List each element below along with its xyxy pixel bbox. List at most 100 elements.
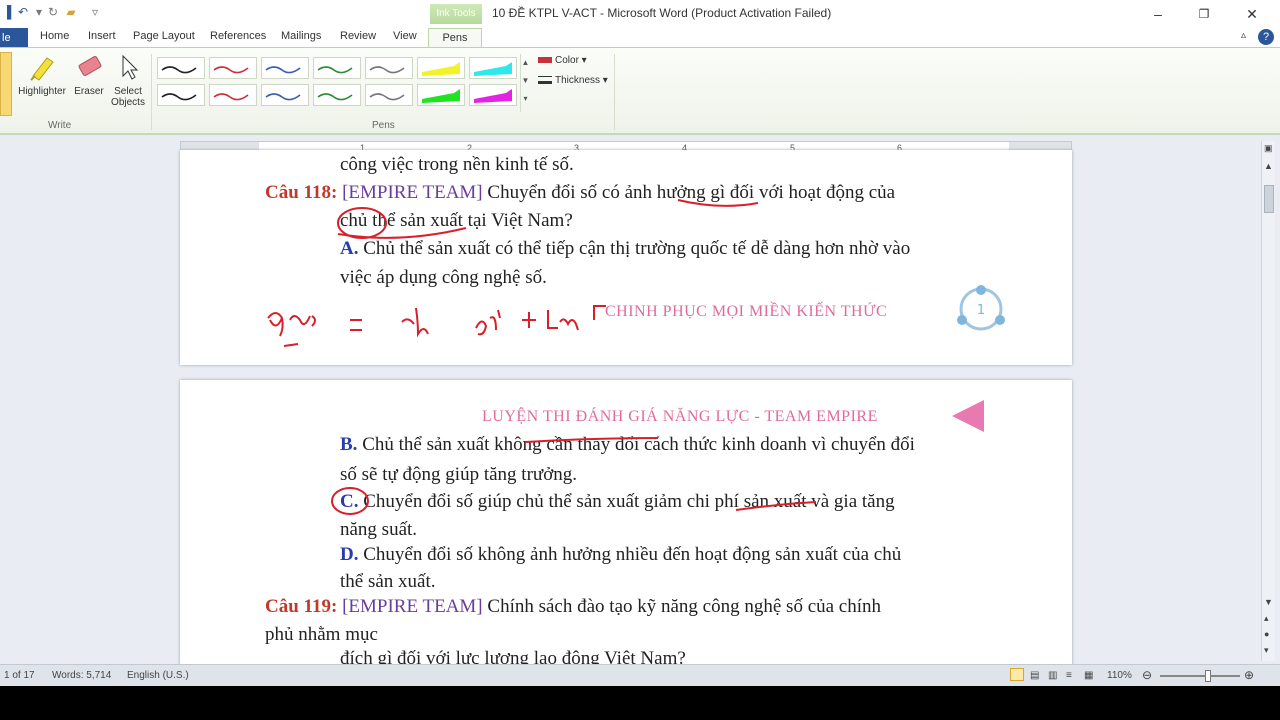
draft-icon[interactable]: ▦ xyxy=(1084,670,1093,681)
pen-tool-button[interactable] xyxy=(0,52,12,116)
question-text: Chuyển đổi số có ảnh hưởng gì đối với ho… xyxy=(487,182,896,203)
redo-icon[interactable]: ↻ xyxy=(46,5,60,19)
pen-swatch[interactable] xyxy=(209,84,257,106)
outline-icon[interactable]: ≡ xyxy=(1066,670,1072,681)
scroll-up-icon[interactable]: ▲ xyxy=(1264,161,1273,171)
pen-stroke-icon xyxy=(474,62,512,76)
color-button[interactable]: Color ▾ xyxy=(538,55,587,66)
zoom-level[interactable]: 110% xyxy=(1107,670,1132,681)
pen-swatch[interactable] xyxy=(261,57,309,79)
pen-stroke-icon xyxy=(369,66,405,74)
option-label: A. xyxy=(340,238,359,259)
option-text: Chủ thể sản xuất có thể tiếp cận thị trư… xyxy=(363,238,911,259)
zoom-in-icon[interactable]: ⊕ xyxy=(1244,668,1254,682)
option-label: C. xyxy=(340,491,359,512)
option-text: năng suất. xyxy=(340,519,418,540)
thickness-icon xyxy=(538,76,552,85)
web-layout-icon[interactable]: ▥ xyxy=(1048,670,1057,681)
gallery-scroll[interactable]: ▲ ▼ ▾ xyxy=(520,54,530,112)
previous-page-icon[interactable]: ▴ xyxy=(1264,613,1269,624)
highlighter-swatch[interactable] xyxy=(417,57,465,79)
option-b: B. Chủ thể sản xuất không cần thay đổi c… xyxy=(340,434,915,456)
tab-page-layout[interactable]: Page Layout xyxy=(133,30,195,42)
tab-view[interactable]: View xyxy=(393,30,417,42)
ruler-toggle-icon[interactable]: ▣ xyxy=(1264,143,1273,154)
open-folder-icon[interactable]: ▰ xyxy=(64,5,78,19)
option-text: Chuyển đổi số không ảnh hưởng nhiều đến … xyxy=(363,544,902,565)
thickness-label: Thickness xyxy=(555,75,601,86)
document-page[interactable]: công việc trong nền kinh tế số. Câu 118:… xyxy=(180,150,1072,365)
help-icon[interactable]: ? xyxy=(1258,29,1274,45)
pens-group-label: Pens xyxy=(372,120,395,131)
tab-references[interactable]: References xyxy=(210,30,266,42)
pen-swatch[interactable] xyxy=(313,57,361,79)
option-a: A. Chủ thể sản xuất có thể tiếp cận thị … xyxy=(340,238,910,260)
question-118: Câu 118: [EMPIRE TEAM] Chuyển đổi số có … xyxy=(265,182,895,204)
tab-home[interactable]: Home xyxy=(40,30,69,42)
tab-mailings[interactable]: Mailings xyxy=(281,30,321,42)
close-icon[interactable]: ✕ xyxy=(1242,4,1262,24)
highlighter-swatch[interactable] xyxy=(417,84,465,106)
highlighter-swatch[interactable] xyxy=(469,84,517,106)
pen-swatch[interactable] xyxy=(157,84,205,106)
print-layout-icon[interactable] xyxy=(1010,668,1024,681)
pen-stroke-icon xyxy=(317,66,353,74)
minimize-icon[interactable]: – xyxy=(1148,4,1168,24)
select-objects-label: Select Objects xyxy=(111,86,145,108)
highlighter-swatch[interactable] xyxy=(469,57,517,79)
next-page-icon[interactable]: ▾ xyxy=(1264,645,1269,656)
vertical-scrollbar[interactable]: ▣ ▲ ▼ ▴ ● ▾ xyxy=(1261,141,1275,661)
zoom-out-icon[interactable]: ⊖ xyxy=(1142,668,1152,682)
cursor-arrow-icon xyxy=(122,54,139,80)
ribbon-collapse-icon[interactable]: ▵ xyxy=(1241,30,1246,41)
zoom-slider-thumb[interactable] xyxy=(1205,670,1211,682)
pen-stroke-icon xyxy=(422,89,460,103)
option-label: B. xyxy=(340,434,358,455)
option-text: thể sản xuất. xyxy=(340,571,436,592)
question-number: Câu 118: xyxy=(265,182,338,203)
option-c: C. Chuyển đổi số giúp chủ thể sản xuất g… xyxy=(340,491,895,513)
full-screen-reading-icon[interactable]: ▤ xyxy=(1030,670,1039,681)
pen-swatch[interactable] xyxy=(313,84,361,106)
question-text: chủ thể sản xuất tại Việt Nam? xyxy=(340,210,573,231)
page-count[interactable]: 1 of 17 xyxy=(4,670,35,681)
document-page[interactable]: LUYỆN THI ĐÁNH GIÁ NĂNG LỰC - TEAM EMPIR… xyxy=(180,380,1072,670)
highlighter-button[interactable]: Highlighter xyxy=(14,52,70,97)
dropdown-arrow-icon[interactable]: ▾ xyxy=(32,5,46,19)
pen-swatch[interactable] xyxy=(261,84,309,106)
page-number-badge-icon: 1 xyxy=(957,285,1005,331)
pen-swatch[interactable] xyxy=(365,84,413,106)
pen-swatch[interactable] xyxy=(209,57,257,79)
restore-icon[interactable]: ❐ xyxy=(1194,4,1214,24)
scroll-down-icon[interactable]: ▼ xyxy=(1264,597,1273,607)
group-separator xyxy=(151,54,152,130)
highlighter-icon xyxy=(30,57,54,81)
zoom-slider[interactable] xyxy=(1160,675,1240,677)
word-count[interactable]: Words: 5,714 xyxy=(52,670,111,681)
tab-file[interactable]: le xyxy=(0,28,28,48)
pen-swatch[interactable] xyxy=(365,57,413,79)
write-group-label: Write xyxy=(48,120,72,131)
pen-stroke-icon xyxy=(317,93,353,101)
browse-object-icon[interactable]: ● xyxy=(1264,629,1269,639)
pen-swatch[interactable] xyxy=(157,57,205,79)
word-logo-icon: ▐ xyxy=(2,5,12,19)
question-119: Câu 119: [EMPIRE TEAM] Chính sách đào tạ… xyxy=(265,596,881,618)
option-text: Chủ thể sản xuất không cần thay đổi cách… xyxy=(362,434,915,455)
pen-stroke-icon xyxy=(474,89,512,103)
customize-qat-icon[interactable]: ▿ xyxy=(88,5,102,19)
ink-tools-context-label: Ink Tools xyxy=(430,4,482,24)
scroll-thumb[interactable] xyxy=(1264,185,1274,213)
thickness-button[interactable]: Thickness ▾ xyxy=(538,75,608,86)
language-indicator[interactable]: English (U.S.) xyxy=(127,670,189,681)
tab-review[interactable]: Review xyxy=(340,30,376,42)
pen-stroke-icon xyxy=(265,66,301,74)
question-text: Chính sách đào tạo kỹ năng công nghệ số … xyxy=(487,596,882,617)
undo-icon[interactable]: ↶ xyxy=(16,5,30,19)
pen-stroke-icon xyxy=(369,93,405,101)
select-objects-button[interactable]: Select Objects xyxy=(104,52,152,108)
color-swatch-icon xyxy=(538,57,552,63)
tab-insert[interactable]: Insert xyxy=(88,30,116,42)
ribbon-tabs: le Home Insert Page Layout References Ma… xyxy=(0,28,1280,50)
title-bar: ▐ ↶ ▾ ↻ ▰ ▿ Ink Tools 10 ĐỀ KTPL V-ACT -… xyxy=(0,0,1280,28)
